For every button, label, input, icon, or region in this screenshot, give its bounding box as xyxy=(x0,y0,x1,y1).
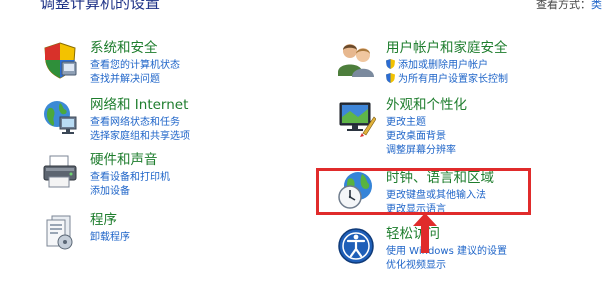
appearance-icon[interactable] xyxy=(336,97,376,137)
uac-shield-icon xyxy=(386,59,395,69)
link-find-fix-problems[interactable]: 查找并解决问题 xyxy=(90,73,180,87)
printer-icon[interactable] xyxy=(40,152,80,192)
link-view-network-status[interactable]: 查看网络状态和任务 xyxy=(90,116,190,130)
annotation-highlight-box xyxy=(316,168,531,215)
shield-icon[interactable] xyxy=(40,40,80,80)
view-by: 查看方式：类 xyxy=(536,0,602,12)
link-parental-controls-label: 为所有用户设置家长控制 xyxy=(398,74,508,85)
programs-icon[interactable] xyxy=(40,212,80,252)
link-add-remove-accounts[interactable]: 添加或删除用户帐户 xyxy=(386,59,508,73)
link-change-theme[interactable]: 更改主题 xyxy=(386,116,456,130)
page-title: 调整计算机的设置 xyxy=(40,0,161,12)
category-title-system-security[interactable]: 系统和安全 xyxy=(90,40,158,56)
category-title-hardware-sound[interactable]: 硬件和声音 xyxy=(90,152,158,168)
link-add-remove-accounts-label: 添加或删除用户帐户 xyxy=(398,60,488,71)
link-uninstall-program[interactable]: 卸载程序 xyxy=(90,231,130,245)
link-adjust-resolution[interactable]: 调整屏幕分辨率 xyxy=(386,144,456,158)
link-homegroup-sharing[interactable]: 选择家庭组和共享选项 xyxy=(90,130,190,144)
category-title-user-accounts[interactable]: 用户帐户和家庭安全 xyxy=(386,40,508,56)
link-optimize-visual-display[interactable]: 优化视频显示 xyxy=(386,259,507,273)
link-change-desktop-background[interactable]: 更改桌面背景 xyxy=(386,130,456,144)
view-by-dropdown[interactable]: 类 xyxy=(591,0,602,11)
view-by-label: 查看方式： xyxy=(536,0,591,11)
link-view-computer-status[interactable]: 查看您的计算机状态 xyxy=(90,59,180,73)
category-title-programs[interactable]: 程序 xyxy=(90,212,117,228)
annotation-arrow-icon xyxy=(410,213,440,253)
link-windows-suggested-settings[interactable]: 使用 Windows 建议的设置 xyxy=(386,245,507,259)
uac-shield-icon xyxy=(386,73,395,83)
network-icon[interactable] xyxy=(40,97,80,137)
category-title-appearance[interactable]: 外观和个性化 xyxy=(386,97,467,113)
category-title-network-internet[interactable]: 网络和 Internet xyxy=(90,97,188,113)
users-icon[interactable] xyxy=(336,40,376,80)
ease-of-access-icon[interactable] xyxy=(336,226,376,266)
link-add-device[interactable]: 添加设备 xyxy=(90,185,170,199)
link-devices-printers[interactable]: 查看设备和打印机 xyxy=(90,171,170,185)
link-parental-controls[interactable]: 为所有用户设置家长控制 xyxy=(386,73,508,87)
